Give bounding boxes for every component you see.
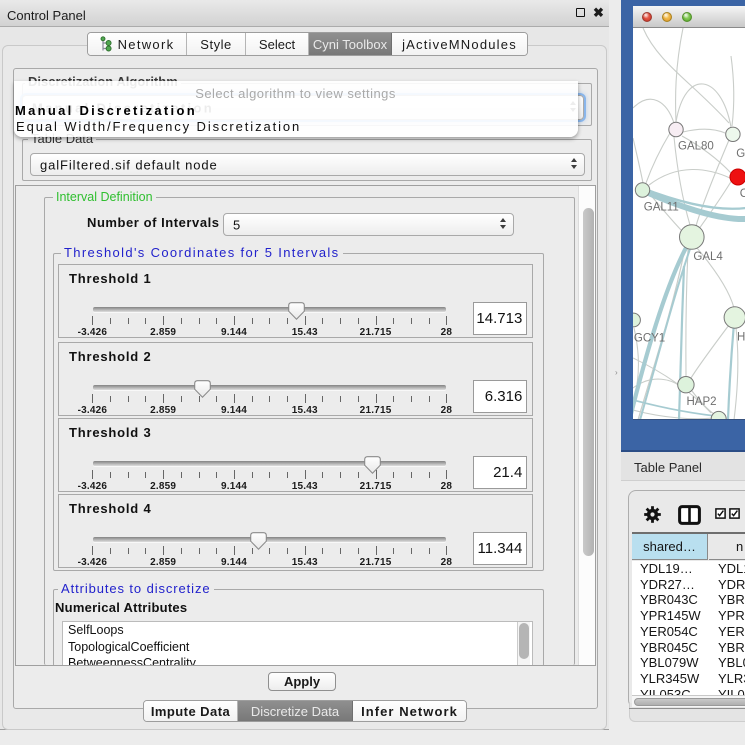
svg-text:C: C <box>739 188 745 200</box>
svg-text:GCY1: GCY1 <box>633 333 664 345</box>
svg-text:GAL4: GAL4 <box>693 251 723 263</box>
svg-text:G: G <box>736 148 745 160</box>
svg-text:GAL80: GAL80 <box>678 141 714 153</box>
svg-text:H: H <box>737 332 745 344</box>
svg-text:HAP2: HAP2 <box>686 396 716 408</box>
svg-text:GAL11: GAL11 <box>643 202 678 214</box>
